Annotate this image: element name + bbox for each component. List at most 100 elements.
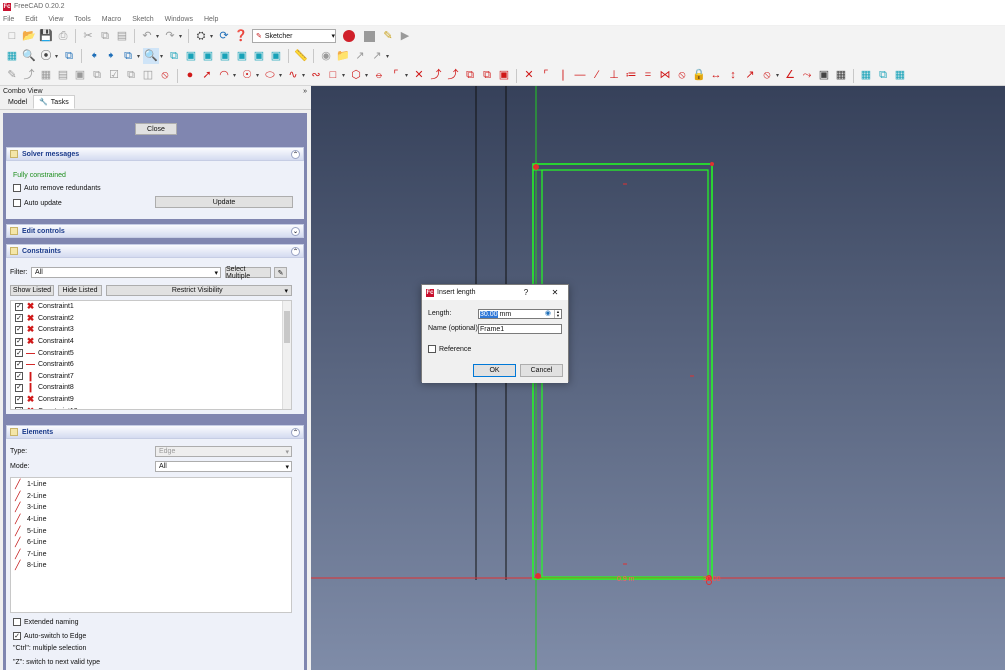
checkbox-box[interactable] — [13, 199, 21, 207]
workbench-selector[interactable]: ✎ Sketcher ▾ — [252, 29, 336, 43]
hide-listed-button[interactable]: Hide Listed — [58, 285, 102, 296]
create-group-icon[interactable]: 📁 — [335, 48, 351, 64]
whats-this-icon[interactable]: ❓ — [233, 28, 249, 44]
constraint-visibility-checkbox[interactable]: ✓ — [15, 325, 23, 334]
constrain-horizontal-distance-icon[interactable]: ↔ — [708, 68, 724, 84]
constrain-equal-icon[interactable]: = — [640, 68, 656, 84]
create-rectangle-icon[interactable]: □ — [325, 68, 341, 84]
checkbox-box[interactable] — [13, 618, 21, 626]
trim-edge-icon[interactable]: ✕ — [411, 68, 427, 84]
create-polyline-icon[interactable]: ∾ — [308, 68, 324, 84]
view-sketch-icon[interactable]: ▦ — [38, 68, 54, 84]
validate-sketch-icon[interactable]: ☑ — [106, 68, 122, 84]
tab-tasks[interactable]: 🔧 Tasks — [33, 95, 75, 109]
filter-select[interactable]: All ▾ — [31, 267, 221, 278]
create-part-icon[interactable]: ◉ — [318, 48, 334, 64]
constraint-visibility-checkbox[interactable]: ✓ — [15, 372, 23, 381]
extended-naming-checkbox[interactable]: Extended naming — [13, 618, 78, 626]
constrain-point-on-object-icon[interactable]: ⌜ — [538, 68, 554, 84]
constraint-visibility-checkbox[interactable]: ✓ — [15, 407, 23, 409]
list-item[interactable]: ✓ ❙ Constraint8 — [11, 382, 291, 394]
fillet-dropdown-icon[interactable]: ▾ — [405, 72, 410, 79]
constraint-visibility-checkbox[interactable]: ✓ — [15, 337, 23, 346]
reorient-sketch-icon[interactable]: ⧉ — [89, 68, 105, 84]
create-slot-icon[interactable]: ⦵ — [371, 68, 387, 84]
constrain-perpendicular-icon[interactable]: ⊥ — [606, 68, 622, 84]
undo-dropdown-icon[interactable]: ▾ — [156, 33, 161, 40]
toggle-construction-icon[interactable]: ▣ — [496, 68, 512, 84]
select-elements-icon[interactable]: ▦ — [892, 68, 908, 84]
constrain-angle-icon[interactable]: ∠ — [782, 68, 798, 84]
rectangle-dropdown-icon[interactable]: ▾ — [342, 72, 347, 79]
elements-list[interactable]: ╱ 1-Line ╱ 2-Line ╱ 3-Line ╱ 4-Line ╱ 5-Line ╱ 6-Li… — [10, 477, 292, 613]
bspline-dropdown-icon[interactable]: ▾ — [302, 72, 307, 79]
constrain-vertical-distance-icon[interactable]: ↕ — [725, 68, 741, 84]
dimension-value-label[interactable]: 30.00 — [703, 576, 721, 583]
expand-icon[interactable]: ⌄ — [291, 226, 300, 236]
sketch-canvas[interactable]: 0.9 m 30.00 — [311, 86, 1005, 670]
fit-selection-icon[interactable]: 🔍 — [21, 48, 37, 64]
constrain-lock-icon[interactable]: 🔒 — [691, 68, 707, 84]
menu-sketch[interactable]: Sketch — [132, 16, 153, 23]
sync-view-icon[interactable]: ⧉ — [61, 48, 77, 64]
merge-sketch-icon[interactable]: ⧉ — [123, 68, 139, 84]
refresh-icon[interactable]: ⛭ — [193, 28, 209, 44]
collapse-icon[interactable]: ⌃ — [291, 246, 300, 256]
zoom-icon[interactable]: 🔍 — [143, 48, 159, 64]
split-edge-icon[interactable]: ⤴ — [445, 68, 461, 84]
create-line-icon[interactable]: ➚ — [199, 68, 215, 84]
macro-edit-icon[interactable]: ✎ — [380, 28, 396, 44]
isometric-view-icon[interactable]: ⧉ — [166, 48, 182, 64]
checkbox-box[interactable] — [428, 345, 436, 353]
create-fillet-icon[interactable]: ⌜ — [388, 68, 404, 84]
macro-stop-icon[interactable] — [364, 30, 375, 42]
auto-update-checkbox[interactable]: Auto update — [13, 199, 62, 207]
left-view-icon[interactable]: ▣ — [268, 48, 284, 64]
list-item[interactable]: ╱ 6-Line — [11, 537, 291, 549]
constraint-visibility-checkbox[interactable]: ✓ — [15, 302, 23, 311]
undo-icon[interactable]: ↶ — [139, 28, 155, 44]
link-icon[interactable]: ⧉ — [120, 48, 136, 64]
right-view-icon[interactable]: ▣ — [217, 48, 233, 64]
list-item[interactable]: ✓ ✖ Constraint1 — [11, 301, 291, 313]
menu-help[interactable]: Help — [204, 16, 218, 23]
toggle-driving-icon[interactable]: ▣ — [816, 68, 832, 84]
map-sketch-icon[interactable]: ▣ — [72, 68, 88, 84]
back-icon[interactable]: 🠸 — [86, 48, 102, 64]
constrain-snell-icon[interactable]: ⤳ — [799, 68, 815, 84]
reference-checkbox[interactable]: Reference — [428, 345, 471, 353]
cut-icon[interactable]: ✂ — [80, 28, 96, 44]
constrain-horizontal-icon[interactable]: — — [572, 68, 588, 84]
menu-view[interactable]: View — [48, 16, 63, 23]
name-input[interactable]: Frame1 — [478, 324, 562, 334]
fit-all-icon[interactable]: ▦ — [4, 48, 20, 64]
measure-distance-icon[interactable]: 📏 — [293, 48, 309, 64]
save-icon[interactable]: 💾 — [38, 28, 54, 44]
link-dropdown-icon[interactable]: ▾ — [137, 53, 142, 60]
recompute-icon[interactable]: ⟳ — [216, 28, 232, 44]
view-section-icon[interactable]: ▤ — [55, 68, 71, 84]
link-actions-dropdown-icon[interactable]: ▾ — [386, 53, 391, 60]
constrain-distance-icon[interactable]: ↗ — [742, 68, 758, 84]
expression-icon[interactable]: ◉ — [545, 309, 551, 317]
cancel-button[interactable]: Cancel — [520, 364, 563, 377]
select-multiple-button[interactable]: Select Multiple — [225, 266, 271, 280]
extend-edge-icon[interactable]: ⤴ — [428, 68, 444, 84]
constraints-list[interactable]: ✓ ✖ Constraint1 ✓ ✖ Constraint2 ✓ ✖ Constraint3 ✓… — [10, 300, 292, 410]
elements-header[interactable]: Elements ⌃ — [6, 425, 304, 439]
collapse-icon[interactable]: ⌃ — [291, 427, 300, 437]
draw-style-dropdown-icon[interactable]: ▾ — [55, 53, 60, 60]
toggle-active-icon[interactable]: ▦ — [833, 68, 849, 84]
sketch-viewport[interactable]: 0.9 m 30.00 — [311, 86, 1005, 670]
restrict-visibility-button[interactable]: Restrict Visibility ▾ — [106, 285, 292, 296]
conic-dropdown-icon[interactable]: ▾ — [279, 72, 284, 79]
list-item[interactable]: ╱ 8-Line — [11, 560, 291, 572]
close-icon[interactable]: ✕ — [542, 288, 568, 297]
list-item[interactable]: ╱ 3-Line — [11, 502, 291, 514]
new-sketch-icon[interactable]: ✎ — [4, 68, 20, 84]
spin-down-icon[interactable]: ▼ — [556, 314, 560, 318]
solver-messages-header[interactable]: Solver messages ⌃ — [6, 147, 304, 161]
list-item[interactable]: ✓✖Constraint10 — [11, 405, 291, 409]
list-item[interactable]: ╱ 2-Line — [11, 491, 291, 503]
stop-operation-icon[interactable]: ⦸ — [157, 68, 173, 84]
